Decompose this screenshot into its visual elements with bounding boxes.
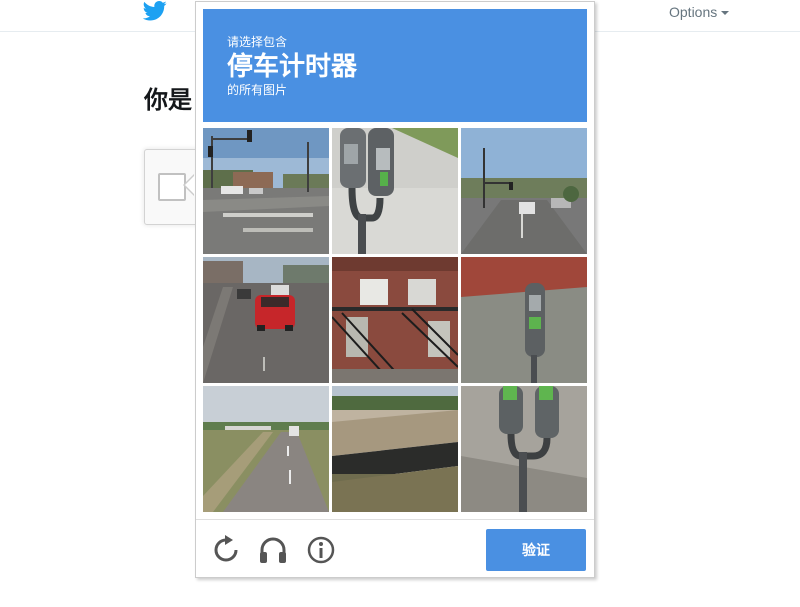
options-menu[interactable]: Options bbox=[669, 4, 730, 20]
instruction-keyword: 停车计时器 bbox=[227, 52, 358, 82]
page-heading: 你是 bbox=[144, 86, 192, 114]
recaptcha-checkbox[interactable] bbox=[158, 173, 186, 201]
image-tile[interactable] bbox=[203, 386, 329, 512]
reload-icon[interactable] bbox=[210, 534, 242, 566]
info-icon[interactable] bbox=[305, 534, 337, 566]
image-tile[interactable] bbox=[461, 386, 587, 512]
road-with-car-image bbox=[203, 257, 329, 383]
challenge-header: 请选择包含 停车计时器 的所有图片 bbox=[203, 9, 587, 122]
image-tile[interactable] bbox=[332, 386, 458, 512]
headphones-icon[interactable] bbox=[257, 534, 289, 566]
street-intersection-image bbox=[203, 128, 329, 254]
popup-pointer bbox=[185, 175, 195, 195]
bridge-image bbox=[332, 386, 458, 512]
image-tile[interactable] bbox=[461, 257, 587, 383]
image-tile[interactable] bbox=[332, 257, 458, 383]
city-street-image bbox=[461, 128, 587, 254]
image-grid bbox=[203, 128, 587, 512]
image-tile[interactable] bbox=[332, 128, 458, 254]
caret-down-icon bbox=[721, 11, 730, 16]
parking-meter-image bbox=[461, 386, 587, 512]
image-tile[interactable] bbox=[203, 128, 329, 254]
verify-button[interactable]: 验证 bbox=[486, 529, 586, 571]
instruction-text-prefix: 请选择包含 bbox=[227, 35, 288, 49]
options-label: Options bbox=[669, 4, 718, 20]
footer-divider bbox=[196, 519, 594, 520]
captcha-challenge-popup: 请选择包含 停车计时器 的所有图片 验证 bbox=[195, 1, 595, 578]
image-tile[interactable] bbox=[203, 257, 329, 383]
page: Options 你是 请选择包含 停车计时器 的所有图片 验证 bbox=[0, 0, 800, 607]
parking-meter-image bbox=[332, 128, 458, 254]
apartment-stairs-image bbox=[332, 257, 458, 383]
image-tile[interactable] bbox=[461, 128, 587, 254]
parking-meter-image bbox=[461, 257, 587, 383]
instruction-text-suffix: 的所有图片 bbox=[227, 83, 288, 97]
twitter-bird-icon[interactable] bbox=[143, 1, 167, 21]
highway-image bbox=[203, 386, 329, 512]
